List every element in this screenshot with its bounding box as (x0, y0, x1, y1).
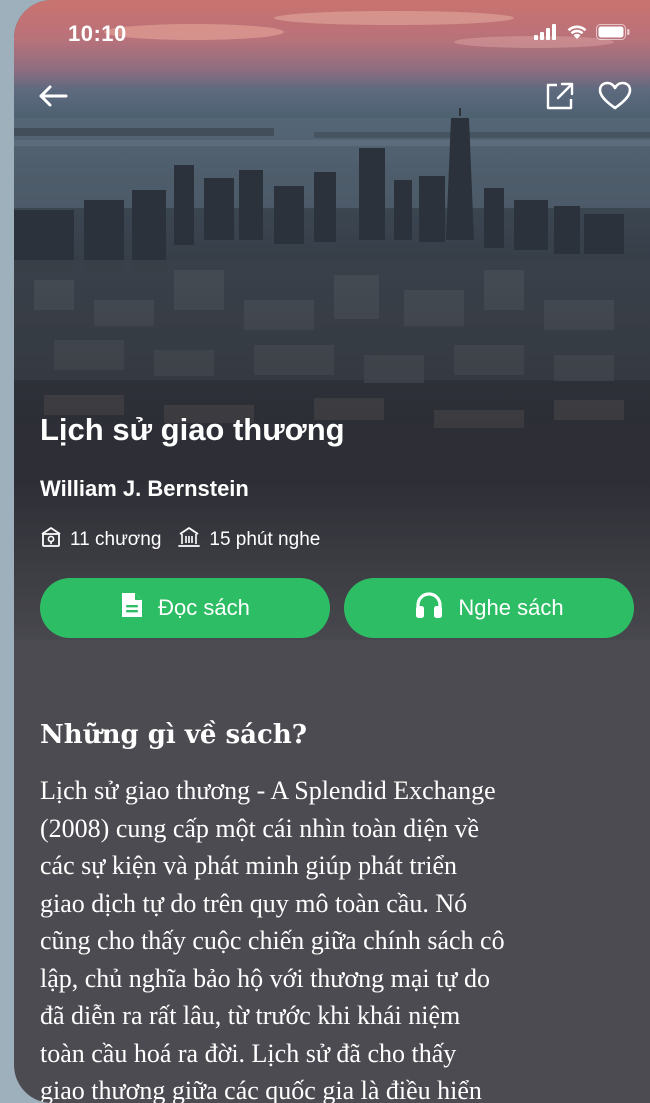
headphones-icon (414, 591, 444, 625)
battery-icon (596, 23, 630, 45)
nav-bar (36, 74, 632, 118)
read-book-label: Đọc sách (158, 595, 250, 620)
chapters-info: 11 chương (40, 526, 161, 554)
phone-screen: 10:10 Lịch sử giao thương William J. Ber… (14, 0, 650, 1103)
description-line: giao thương giữa các quốc gia là điều hi… (40, 1076, 482, 1103)
signal-icon (534, 23, 558, 45)
book-author: William J. Bernstein (40, 476, 249, 501)
read-book-button[interactable]: Đọc sách (40, 578, 330, 638)
action-buttons: Đọc sách Nghe sách (40, 578, 634, 638)
chapters-icon (40, 526, 62, 554)
listen-book-button[interactable]: Nghe sách (344, 578, 634, 638)
status-time: 10:10 (68, 21, 127, 46)
nav-actions (544, 80, 632, 112)
description-line: lập, chủ nghĩa bảo hộ với thương mại tự … (40, 963, 490, 993)
duration-info: 15 phút nghe (177, 526, 320, 554)
heart-icon[interactable] (598, 81, 632, 111)
description-line: cũng cho thấy cuộc chiến giữa chính sách… (40, 926, 505, 955)
about-heading: Những gì về sách? (40, 720, 307, 750)
description-line: đã diễn ra rất lâu, từ trước khi khái ni… (40, 1001, 461, 1030)
listen-duration-icon (177, 526, 201, 554)
description-line: toàn cầu hoá ra đời. Lịch sử đã cho thấy (40, 1038, 457, 1068)
share-icon[interactable] (544, 80, 576, 112)
document-icon (120, 591, 144, 625)
arrow-left-icon[interactable] (36, 82, 70, 110)
book-description: Lịch sử giao thương - A Splendid Exchang… (40, 772, 640, 1103)
listen-book-label: Nghe sách (458, 595, 564, 620)
description-line: (2008) cung cấp một cái nhìn toàn diện v… (40, 813, 479, 843)
description-line: Lịch sử giao thương - A Splendid Exchang… (40, 776, 496, 805)
book-title: Lịch sử giao thương (40, 412, 345, 447)
description-line: giao dịch tự do trên quy mô toàn cầu. Nó (40, 888, 468, 918)
chapters-count: 11 chương (70, 529, 162, 550)
wifi-icon (566, 23, 588, 45)
description-line: các sự kiện và phát minh giúp phát triển (40, 851, 457, 880)
status-bar: 10:10 (68, 18, 630, 50)
status-icons (534, 23, 630, 45)
listen-duration: 15 phút nghe (209, 529, 321, 550)
book-meta: 11 chương 15 phút nghe (40, 526, 336, 554)
